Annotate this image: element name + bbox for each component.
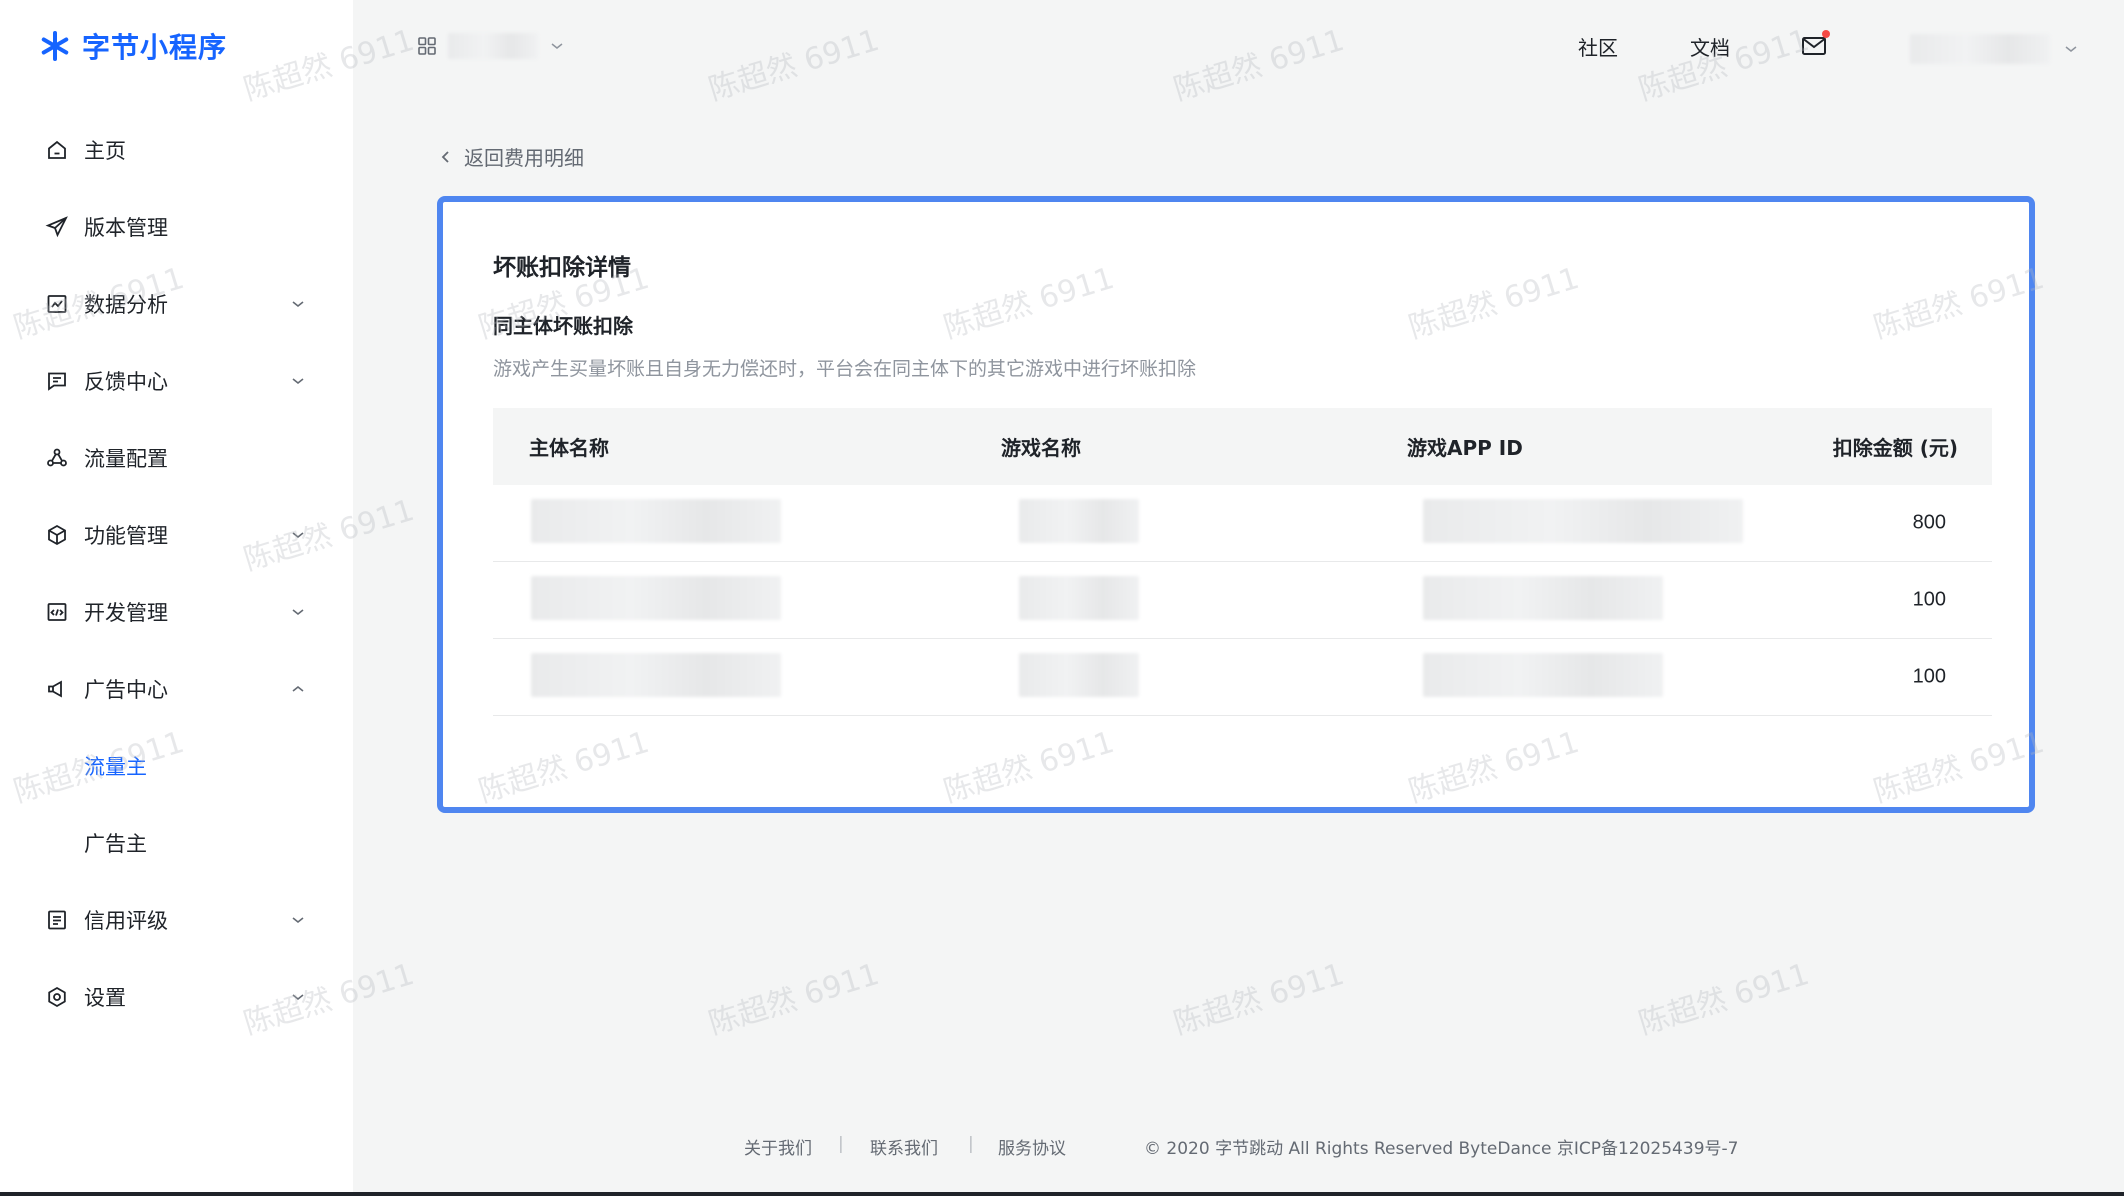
sidebar-item-traffic[interactable]: 流量配置 (0, 419, 353, 496)
amount-cell: 100 (1912, 588, 1946, 611)
app-name-redacted (448, 33, 538, 59)
sidebar-item-feedback[interactable]: 反馈中心 (0, 342, 353, 419)
watermark: 陈超然 6911 (1634, 956, 1814, 1042)
apps-grid-icon (418, 37, 436, 55)
deduction-table: 主体名称 游戏名称 游戏APP ID 扣除金额 (元) 800 100 100 (493, 408, 1992, 716)
sidebar-item-label: 广告中心 (84, 677, 168, 702)
sidebar-item-label: 流量配置 (84, 446, 168, 471)
sidebar-item-label: 广告主 (84, 831, 147, 856)
sidebar-item-label: 信用评级 (84, 908, 168, 933)
community-link[interactable]: 社区 (1578, 32, 1618, 61)
traffic-icon (44, 445, 70, 471)
sidebar-item-label: 功能管理 (84, 523, 168, 548)
chevron-down-icon (2065, 46, 2077, 52)
chevron-down-icon (292, 608, 304, 615)
table-row: 800 (493, 485, 1992, 562)
game-name-redacted (1019, 653, 1139, 697)
game-name-redacted (1019, 499, 1139, 543)
game-name-redacted (1019, 576, 1139, 620)
sidebar-item-home[interactable]: 主页 (0, 111, 353, 188)
about-us-link[interactable]: 关于我们 (744, 1134, 812, 1159)
sidebar-item-label: 设置 (84, 985, 126, 1010)
card-title: 坏账扣除详情 (493, 255, 631, 281)
sidebar-item-label: 流量主 (84, 754, 147, 779)
sidebar-item-label: 主页 (84, 138, 126, 163)
card-description: 游戏产生买量坏账且自身无力偿还时，平台会在同主体下的其它游戏中进行坏账扣除 (493, 358, 1197, 380)
sidebar-item-label: 数据分析 (84, 292, 168, 317)
sidebar-item-version[interactable]: 版本管理 (0, 188, 353, 265)
back-link-label: 返回费用明细 (464, 146, 584, 170)
chevron-down-icon (551, 43, 563, 49)
docs-link[interactable]: 文档 (1690, 32, 1730, 61)
contact-us-link[interactable]: 联系我们 (870, 1134, 938, 1159)
chevron-down-icon (292, 377, 304, 384)
sidebar-item-features[interactable]: 功能管理 (0, 496, 353, 573)
megaphone-icon (44, 676, 70, 702)
brand-logo-icon (41, 31, 69, 61)
unread-dot (1822, 30, 1830, 38)
message-icon (44, 368, 70, 394)
chart-icon (44, 291, 70, 317)
chevron-down-icon (292, 531, 304, 538)
table-row: 100 (493, 562, 1992, 639)
back-to-fee-details-link[interactable]: 返回费用明细 (438, 142, 584, 171)
mail-button[interactable] (1800, 30, 1830, 60)
sidebar-item-label: 反馈中心 (84, 369, 168, 394)
app-id-redacted (1423, 653, 1663, 697)
bad-debt-detail-card: 坏账扣除详情 同主体坏账扣除 游戏产生买量坏账且自身无力偿还时，平台会在同主体下… (437, 196, 2035, 813)
brand-name: 字节小程序 (82, 31, 228, 64)
entity-name-redacted (531, 653, 781, 697)
chevron-down-icon (292, 993, 304, 1000)
watermark: 陈超然 6911 (1169, 22, 1349, 108)
entity-name-redacted (531, 576, 781, 620)
footer-separator: | (968, 1134, 974, 1154)
copyright-text: © 2020 字节跳动 All Rights Reserved ByteDanc… (1144, 1139, 1739, 1159)
sidebar-item-settings[interactable]: 设置 (0, 958, 353, 1035)
cube-icon (44, 522, 70, 548)
entity-name-redacted (531, 499, 781, 543)
sidebar-subitem-advertiser[interactable]: 广告主 (0, 804, 353, 881)
column-header-entity: 主体名称 (529, 436, 609, 460)
terms-link[interactable]: 服务协议 (998, 1134, 1066, 1159)
amount-cell: 800 (1912, 511, 1946, 534)
sidebar-item-credit[interactable]: 信用评级 (0, 881, 353, 958)
chevron-down-icon (292, 300, 304, 307)
chevron-up-icon (292, 685, 304, 692)
brand-logo[interactable]: 字节小程序 (38, 26, 227, 66)
table-header: 主体名称 游戏名称 游戏APP ID 扣除金额 (元) (493, 408, 1992, 485)
window-bottom-edge (0, 1192, 2124, 1196)
watermark: 陈超然 6911 (704, 22, 884, 108)
send-icon (44, 214, 70, 240)
footer-separator: | (838, 1134, 844, 1154)
username-redacted (1910, 34, 2050, 64)
table-row: 100 (493, 639, 1992, 716)
list-icon (44, 907, 70, 933)
watermark: 陈超然 6911 (1634, 22, 1814, 108)
home-icon (44, 137, 70, 163)
card-subtitle: 同主体坏账扣除 (493, 314, 633, 338)
chevron-down-icon (292, 916, 304, 923)
watermark: 陈超然 6911 (1169, 956, 1349, 1042)
code-icon (44, 599, 70, 625)
settings-icon (44, 984, 70, 1010)
sidebar-subitem-publisher[interactable]: 流量主 (0, 727, 353, 804)
user-menu[interactable] (1910, 34, 2080, 64)
sidebar-item-development[interactable]: 开发管理 (0, 573, 353, 650)
sidebar-item-analytics[interactable]: 数据分析 (0, 265, 353, 342)
column-header-amount: 扣除金额 (元) (1832, 436, 1958, 460)
column-header-app-id: 游戏APP ID (1407, 436, 1523, 460)
sidebar-nav: 主页 版本管理 数据分析 反馈中心 流量配置 功能管理 开发管理 广告中心 流量… (0, 111, 353, 1035)
sidebar-item-label: 版本管理 (84, 215, 168, 240)
amount-cell: 100 (1912, 665, 1946, 688)
sidebar-item-label: 开发管理 (84, 600, 168, 625)
sidebar: 字节小程序 主页 版本管理 数据分析 反馈中心 流量配置 功能管理 开发管理 广… (0, 0, 353, 1196)
app-id-redacted (1423, 576, 1663, 620)
app-id-redacted (1423, 499, 1743, 543)
app-switcher[interactable] (416, 30, 566, 62)
watermark: 陈超然 6911 (704, 956, 884, 1042)
chevron-left-icon (441, 150, 449, 163)
column-header-game-name: 游戏名称 (1001, 436, 1081, 460)
sidebar-item-ads[interactable]: 广告中心 (0, 650, 353, 727)
